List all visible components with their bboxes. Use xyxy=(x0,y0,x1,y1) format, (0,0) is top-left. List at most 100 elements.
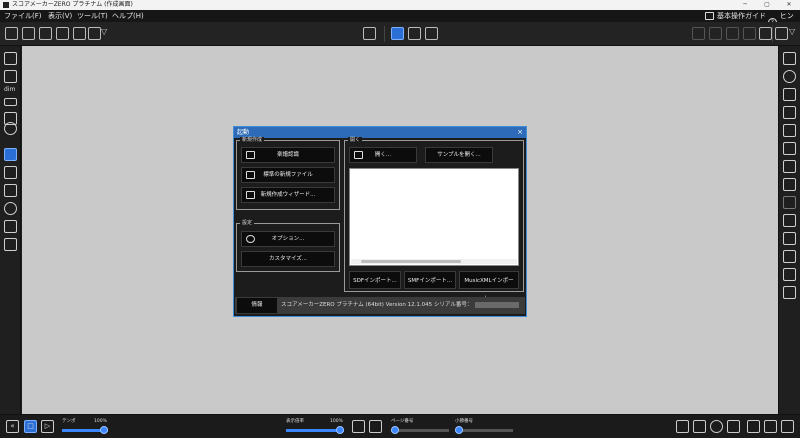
menu-tools[interactable]: ツール(T) xyxy=(77,10,108,22)
sparkle-icon[interactable] xyxy=(676,420,689,433)
toolbar-divider xyxy=(384,26,385,42)
book-view-icon[interactable] xyxy=(775,27,788,40)
toolbar-dropdown-icon[interactable]: ▽ xyxy=(101,27,109,40)
close-window-button[interactable]: ✕ xyxy=(778,0,800,10)
horizontal-scrollbar[interactable] xyxy=(351,259,517,264)
basic-guide-link[interactable]: 基本操作ガイド xyxy=(705,10,766,22)
settings-gear-icon[interactable] xyxy=(88,27,101,40)
title-bar: スコアメーカーZERO プラチナム (作成画面) ─ ▢ ✕ xyxy=(0,0,800,10)
new-file-icon xyxy=(246,171,255,179)
product-info-text: スコアメーカーZERO プラチナム (64bit) Version 12.1.0… xyxy=(281,297,520,314)
cursor-tool-icon[interactable] xyxy=(4,148,17,161)
info-panel-icon[interactable] xyxy=(783,70,796,83)
menu-file[interactable]: ファイル(F) xyxy=(4,10,42,22)
tempo-slider-knob[interactable] xyxy=(100,426,108,434)
eraser-tool-icon[interactable] xyxy=(4,166,17,179)
app-logo-icon xyxy=(3,2,9,8)
search-icon[interactable] xyxy=(693,420,706,433)
status-bar: « □ ▷ テンポ 100% 表示倍率 100% ページ番号 小節番号 xyxy=(0,414,800,438)
shape-tool-icon[interactable] xyxy=(4,122,17,135)
repeat-icon[interactable] xyxy=(743,27,756,40)
dynamics-pen-icon[interactable] xyxy=(4,98,17,106)
play-to-end-icon[interactable] xyxy=(4,238,17,251)
toolbar-dropdown-right-icon[interactable]: ▽ xyxy=(789,27,797,40)
zoom-slider-knob[interactable] xyxy=(336,426,344,434)
new-wizard-button[interactable]: 新規作成ウィザード... xyxy=(241,187,335,203)
layers-icon[interactable] xyxy=(783,196,796,209)
bar-number-label: 小節番号 xyxy=(455,419,473,424)
info-circle-icon[interactable] xyxy=(710,420,723,433)
window-view-icon[interactable] xyxy=(764,420,777,433)
hand-tool-icon[interactable] xyxy=(4,184,17,197)
menu-bar: ファイル(F) 表示(V) ツール(T) ヘルプ(H) 基本操作ガイド ? ヒン… xyxy=(0,10,800,32)
right-panel-bar xyxy=(778,46,800,414)
clef-icon[interactable] xyxy=(4,70,17,83)
eraser-icon[interactable] xyxy=(726,27,739,40)
page-number-slider[interactable] xyxy=(391,426,449,434)
recent-files-list[interactable] xyxy=(349,168,519,266)
product-version-label: スコアメーカーZERO プラチナム (64bit) Version 12.1.0… xyxy=(281,302,473,308)
fit-page-icon[interactable] xyxy=(352,420,365,433)
musicxml-import-button[interactable]: MusicXMLインポート... xyxy=(459,271,519,302)
fit-width-icon[interactable] xyxy=(369,420,382,433)
scrollbar-thumb[interactable] xyxy=(361,260,461,263)
smf-import-button[interactable]: SMFインポート... xyxy=(404,271,456,289)
info-button[interactable]: 情報 xyxy=(237,298,277,313)
print-icon[interactable] xyxy=(73,27,86,40)
page-layout-icon[interactable] xyxy=(783,160,796,173)
score-recognition-button[interactable]: 楽譜認識 xyxy=(241,147,335,163)
keyboard-icon[interactable] xyxy=(783,142,796,155)
open-file-button[interactable]: 開く... xyxy=(349,147,417,163)
maximize-button[interactable]: ▢ xyxy=(756,0,778,10)
piano-icon[interactable] xyxy=(783,232,796,245)
standard-new-file-button[interactable]: 標準の新規ファイル xyxy=(241,167,335,183)
undo-icon[interactable] xyxy=(692,27,705,40)
scan-icon[interactable] xyxy=(39,27,52,40)
note-input-icon[interactable] xyxy=(4,52,17,65)
screen-view-icon[interactable] xyxy=(781,420,794,433)
parts-icon[interactable] xyxy=(783,178,796,191)
binoculars-icon[interactable] xyxy=(783,88,796,101)
range-select-icon[interactable] xyxy=(391,27,404,40)
zoom-tool-icon[interactable] xyxy=(4,202,17,215)
window-title: スコアメーカーZERO プラチナム (作成画面) xyxy=(12,1,133,8)
bar-number-knob[interactable] xyxy=(455,426,463,434)
new-file-icon[interactable] xyxy=(5,27,18,40)
redo-icon[interactable] xyxy=(709,27,722,40)
guitar-icon[interactable] xyxy=(783,286,796,299)
stop-icon[interactable]: □ xyxy=(24,420,37,433)
rewind-icon[interactable]: « xyxy=(6,420,19,433)
tuning-fork-icon[interactable] xyxy=(727,420,740,433)
sdf-import-button[interactable]: SDFインポート... xyxy=(349,271,401,289)
star-icon[interactable] xyxy=(783,124,796,137)
waveform-icon[interactable] xyxy=(783,250,796,263)
zoom-label: 表示倍率 xyxy=(286,419,304,424)
minimize-button[interactable]: ─ xyxy=(734,0,756,10)
play-tool-icon[interactable] xyxy=(4,220,17,233)
save-icon[interactable] xyxy=(56,27,69,40)
customize-button[interactable]: カスタマイズ... xyxy=(241,251,335,267)
mixer-icon[interactable] xyxy=(783,214,796,227)
corner-view-icon[interactable] xyxy=(747,420,760,433)
options-button[interactable]: オプション... xyxy=(241,231,335,247)
open-folder-icon[interactable] xyxy=(22,27,35,40)
page-number-knob[interactable] xyxy=(391,426,399,434)
tempo-value: 100% xyxy=(94,419,107,424)
list-panel-icon[interactable] xyxy=(783,52,796,65)
image-icon[interactable] xyxy=(783,268,796,281)
menu-view[interactable]: 表示(V) xyxy=(48,10,72,22)
tempo-slider[interactable] xyxy=(62,426,108,434)
options-label: オプション... xyxy=(271,236,305,242)
dynamics-label[interactable]: dim xyxy=(4,86,15,93)
lasso-select-icon[interactable] xyxy=(408,27,421,40)
back-icon[interactable] xyxy=(759,27,772,40)
share-icon[interactable] xyxy=(783,106,796,119)
pen-select-icon[interactable] xyxy=(425,27,438,40)
open-sample-button[interactable]: サンプルを開く... xyxy=(425,147,493,163)
menu-help[interactable]: ヘルプ(H) xyxy=(112,10,144,22)
select-frame-icon[interactable] xyxy=(363,27,376,40)
dialog-close-button[interactable]: × xyxy=(517,127,523,138)
zoom-slider[interactable] xyxy=(286,426,344,434)
bar-number-slider[interactable] xyxy=(455,426,513,434)
play-icon[interactable]: ▷ xyxy=(41,420,54,433)
